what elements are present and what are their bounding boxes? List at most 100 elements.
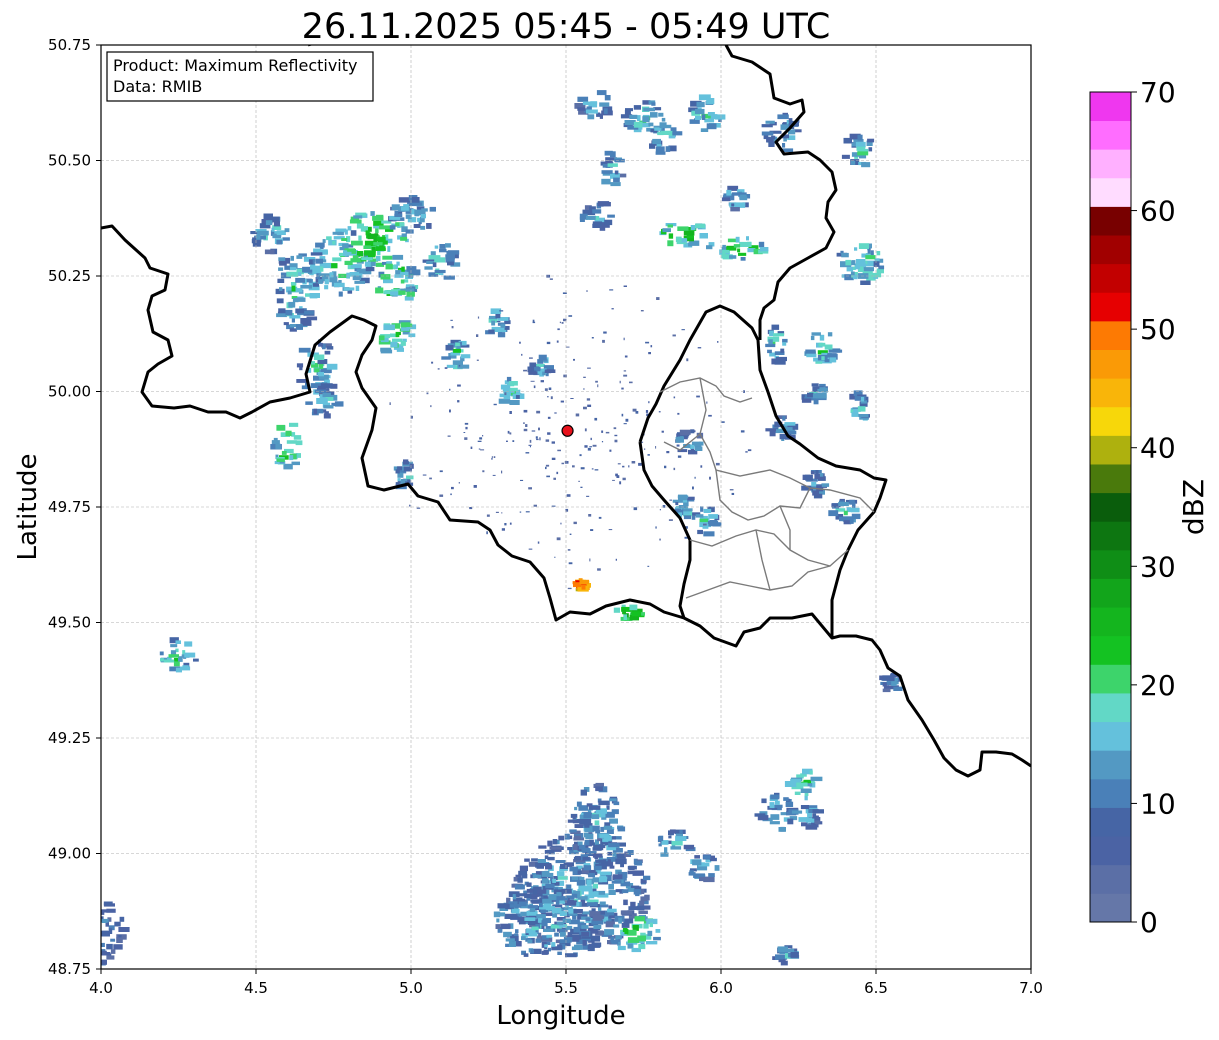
echo-pixel [278,267,284,271]
clutter-pixel [706,401,708,404]
colorbar-segment [1090,235,1131,265]
echo-pixel [769,430,776,437]
echo-pixel [586,902,598,907]
echo-pixel [400,271,409,276]
clutter-pixel [608,529,613,531]
clutter-pixel [545,466,547,470]
clutter-pixel [614,439,618,443]
echo-pixel [810,470,815,475]
echo-pixel [565,902,577,906]
echo-pixel [612,874,623,880]
echo-pixel [182,665,189,670]
echo-pixel [571,936,580,942]
echo-pixel [535,889,547,894]
clutter-pixel [616,475,620,478]
clutter-pixel [575,413,580,417]
clutter-pixel [612,479,615,481]
echo-pixel [173,661,180,667]
colorbar-segment [1090,893,1131,923]
colorbar-segment [1090,664,1131,694]
clutter-pixel [566,494,571,497]
echo-pixel [653,936,661,941]
echo-pixel [812,394,818,399]
echo-pixel [291,285,296,292]
clutter-pixel [617,463,621,465]
echo-pixel [631,611,642,617]
echo-pixel [845,259,852,266]
echo-pixel [623,614,627,620]
echo-pixel [729,255,737,259]
echo-pixel [655,929,661,933]
echo-pixel [598,907,602,911]
echo-pixel [373,242,383,246]
clutter-pixel [603,331,607,334]
echo-pixel [613,924,620,928]
echo-pixel [604,219,613,226]
echo-pixel [599,901,606,905]
echo-pixel [526,882,532,887]
echo-pixel [627,943,633,949]
echo-pixel [628,906,638,910]
clutter-pixel [530,380,535,382]
echo-pixel [569,829,577,833]
echo-pixel [279,262,287,266]
echo-pixel [96,957,101,961]
clutter-pixel [527,369,530,372]
clutter-pixel [631,461,636,464]
clutter-pixel [650,345,653,348]
clutter-pixel [559,321,561,324]
echo-pixel [649,922,653,928]
echo-pixel [593,865,602,871]
echo-pixel [824,344,833,350]
clutter-pixel [622,477,626,481]
clutter-pixel [547,396,549,398]
echo-pixel [441,356,451,360]
clutter-pixel [450,319,453,321]
clutter-pixel [561,462,564,465]
echo-pixel [809,770,813,775]
echo-pixel [528,932,538,937]
echo-pixel [300,285,312,289]
echo-pixel [694,855,700,859]
echo-pixel [101,910,105,915]
echo-pixel [680,430,690,436]
echo-pixel [574,824,586,828]
echo-pixel [495,924,501,929]
clutter-pixel [655,526,657,529]
echo-pixel [528,371,538,375]
echo-pixel [502,924,511,929]
echo-pixel [384,324,393,330]
echo-pixel [579,876,585,880]
colorbar-segment [1090,750,1131,780]
echo-pixel [581,925,589,929]
echo-pixel [589,930,599,934]
x-tick-label: 5.0 [399,979,423,997]
clutter-pixel [486,531,488,535]
echo-pixel [106,908,116,913]
clutter-pixel [557,328,560,331]
echo-pixel [586,879,592,886]
echo-pixel [613,607,620,613]
echo-pixel [893,686,903,691]
echo-pixel [497,903,509,909]
echo-pixel [296,297,306,302]
echo-pixel [531,926,539,931]
echo-pixel [821,483,830,487]
echo-pixel [86,951,93,955]
echo-pixel [597,201,610,207]
echo-pixel [82,937,93,942]
echo-pixel [405,461,409,465]
echo-pixel [608,106,613,112]
echo-pixel [804,795,808,801]
echo-pixel [785,953,789,959]
echo-pixel [400,279,405,284]
echo-pixel [594,820,600,826]
echo-pixel [539,902,543,908]
echo-pixel [512,914,518,919]
echo-pixel [780,812,787,816]
echo-pixel [660,852,669,857]
echo-pixel [509,904,522,908]
clutter-pixel [480,449,485,451]
clutter-pixel [554,412,557,414]
echo-pixel [108,928,113,934]
